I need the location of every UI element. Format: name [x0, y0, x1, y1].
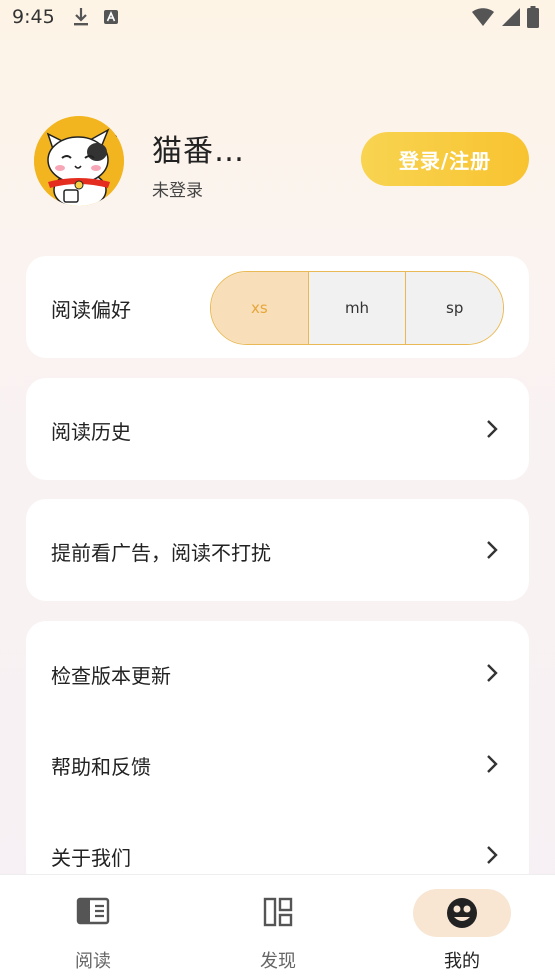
profile-header: 猫番… 未登录 登录/注册 — [0, 110, 555, 210]
chevron-right-icon — [487, 420, 498, 438]
download-icon — [73, 8, 88, 26]
wifi-icon — [472, 8, 494, 26]
nav-tab-mine[interactable]: 我的 — [392, 875, 532, 979]
preference-option-sp[interactable]: sp — [405, 272, 503, 344]
reading-history-row[interactable]: 阅读历史 — [26, 378, 529, 480]
lucky-cat-avatar-icon — [34, 116, 124, 206]
watch-ad-label: 提前看广告，阅读不打扰 — [51, 541, 271, 565]
profile-face-icon — [447, 898, 477, 928]
status-time: 9:45 — [12, 6, 55, 28]
battery-icon — [527, 6, 539, 28]
about-us-label[interactable]: 关于我们 — [51, 842, 131, 871]
reading-history-label: 阅读历史 — [51, 420, 131, 444]
settings-group-card: 检查版本更新 帮助和反馈 关于我们 — [26, 621, 529, 891]
reading-preference-card: 阅读偏好 xs mh sp — [26, 256, 529, 358]
nav-tab-read[interactable]: 阅读 — [23, 875, 163, 979]
signal-icon — [502, 8, 520, 26]
nav-label-mine: 我的 — [444, 951, 480, 972]
check-update-label[interactable]: 检查版本更新 — [51, 660, 171, 689]
nav-label-discover: 发现 — [260, 951, 296, 972]
status-left-icons — [73, 7, 119, 27]
chevron-right-icon — [487, 664, 498, 682]
preference-option-xs[interactable]: xs — [211, 272, 308, 344]
avatar[interactable] — [34, 116, 124, 206]
chevron-right-icon — [487, 846, 498, 864]
status-bar: 9:45 — [0, 0, 555, 34]
preference-option-mh[interactable]: mh — [307, 272, 406, 344]
nav-label-read: 阅读 — [75, 951, 111, 972]
chevron-right-icon — [487, 755, 498, 773]
bottom-navigation: 阅读 发现 我的 — [0, 874, 555, 979]
reading-preference-segmented-control: xs mh sp — [210, 271, 504, 345]
login-register-button[interactable]: 登录/注册 — [361, 132, 529, 186]
login-status: 未登录 — [152, 181, 203, 201]
chevron-right-icon — [487, 541, 498, 559]
username: 猫番… — [152, 134, 245, 169]
help-feedback-label[interactable]: 帮助和反馈 — [51, 751, 151, 780]
discover-grid-icon — [263, 897, 293, 927]
watch-ad-row[interactable]: 提前看广告，阅读不打扰 — [26, 499, 529, 601]
nav-tab-discover[interactable]: 发现 — [208, 875, 348, 979]
a-badge-icon — [103, 10, 118, 24]
book-icon — [76, 897, 110, 925]
status-right-icons — [471, 6, 539, 28]
reading-preference-label: 阅读偏好 — [51, 298, 131, 322]
